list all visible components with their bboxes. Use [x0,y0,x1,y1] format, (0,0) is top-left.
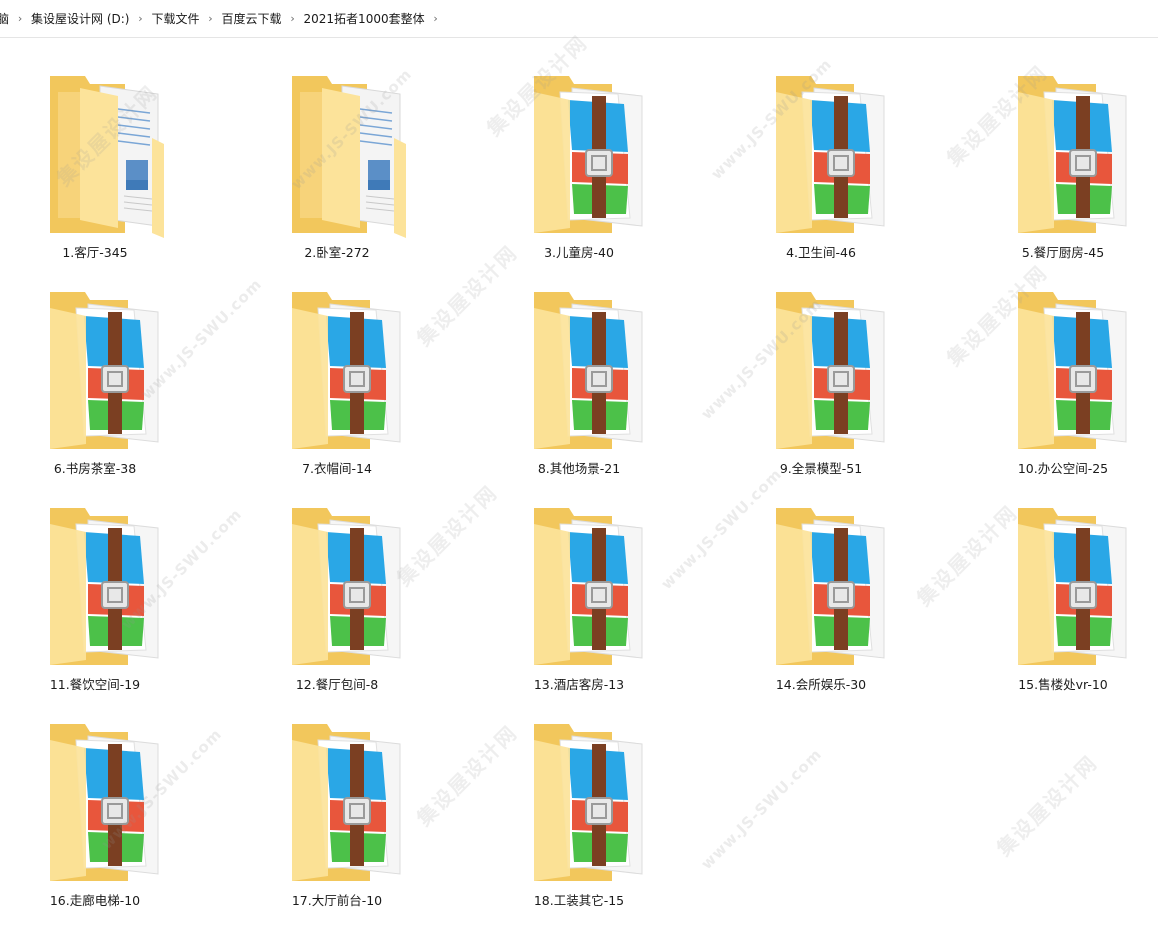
folder-item[interactable]: 18.工装其它-15 [494,686,644,908]
archive-folder-icon [776,508,885,665]
folder-label: 16.走廊电梯-10 [49,893,141,908]
archive-folder-icon [534,724,643,881]
chevron-right-icon[interactable]: › [129,12,151,25]
archive-folder-icon [776,76,885,233]
folder-item[interactable]: 17.大厅前台-10 [252,686,402,908]
archive-folder-icon [50,292,159,449]
folder-item[interactable]: 15.售楼处vr-10 [978,470,1128,692]
folder-item[interactable]: 1.客厅-345 [10,38,164,260]
archive-folder-icon [50,724,159,881]
folder-item[interactable]: 8.其他场景-21 [494,254,644,476]
folder-label: 18.工装其它-15 [533,893,625,908]
folder-item[interactable]: 5.餐厅厨房-45 [978,38,1128,260]
folder-item[interactable]: 16.走廊电梯-10 [10,686,160,908]
folder-item[interactable]: 3.儿童房-40 [494,38,644,260]
breadcrumb-item-pc[interactable]: 脑 [0,0,9,38]
folder-item[interactable]: 12.餐厅包间-8 [252,470,402,692]
folder-item[interactable]: 11.餐饮空间-19 [10,470,160,692]
chevron-right-icon[interactable]: › [200,12,222,25]
archive-folder-icon [534,76,643,233]
chevron-right-icon[interactable]: › [425,12,447,25]
breadcrumb-item-downloads[interactable]: 下载文件 [151,0,199,38]
folder-icon [50,76,164,238]
archive-folder-icon [534,292,643,449]
folder-item[interactable]: 13.酒店客房-13 [494,470,644,692]
archive-folder-icon [1018,292,1127,449]
chevron-right-icon[interactable]: › [282,12,304,25]
folder-item[interactable]: 6.书房茶室-38 [10,254,160,476]
folder-item[interactable]: 14.会所娱乐-30 [736,470,886,692]
folder-item[interactable]: 4.卫生间-46 [736,38,886,260]
archive-folder-icon [50,508,159,665]
archive-folder-icon [534,508,643,665]
archive-folder-icon [292,508,401,665]
folder-icon [292,76,406,238]
file-grid: 1.客厅-345 2.卧室-272 3.儿童房-40 4.卫生间-46 5.餐厅… [0,38,1158,940]
folder-label: 14.会所娱乐-30 [775,677,867,692]
folder-label: 17.大厅前台-10 [291,893,383,908]
folder-label: 15.售楼处vr-10 [1018,677,1108,692]
address-breadcrumb: 脑 › 集设屋设计网 (D:) › 下载文件 › 百度云下载 › 2021拓者1… [0,0,1158,38]
chevron-right-icon[interactable]: › [9,12,31,25]
folder-item[interactable]: 10.办公空间-25 [978,254,1128,476]
breadcrumb-item-current[interactable]: 2021拓者1000套整体 [304,0,425,38]
archive-folder-icon [292,292,401,449]
folder-item[interactable]: 2.卧室-272 [252,38,406,260]
breadcrumb-item-drive[interactable]: 集设屋设计网 (D:) [31,0,129,38]
folder-item[interactable]: 9.全景模型-51 [736,254,886,476]
archive-folder-icon [1018,508,1127,665]
archive-folder-icon [1018,76,1127,233]
folder-item[interactable]: 7.衣帽间-14 [252,254,402,476]
archive-folder-icon [292,724,401,881]
breadcrumb-item-baidu[interactable]: 百度云下载 [222,0,282,38]
archive-folder-icon [776,292,885,449]
